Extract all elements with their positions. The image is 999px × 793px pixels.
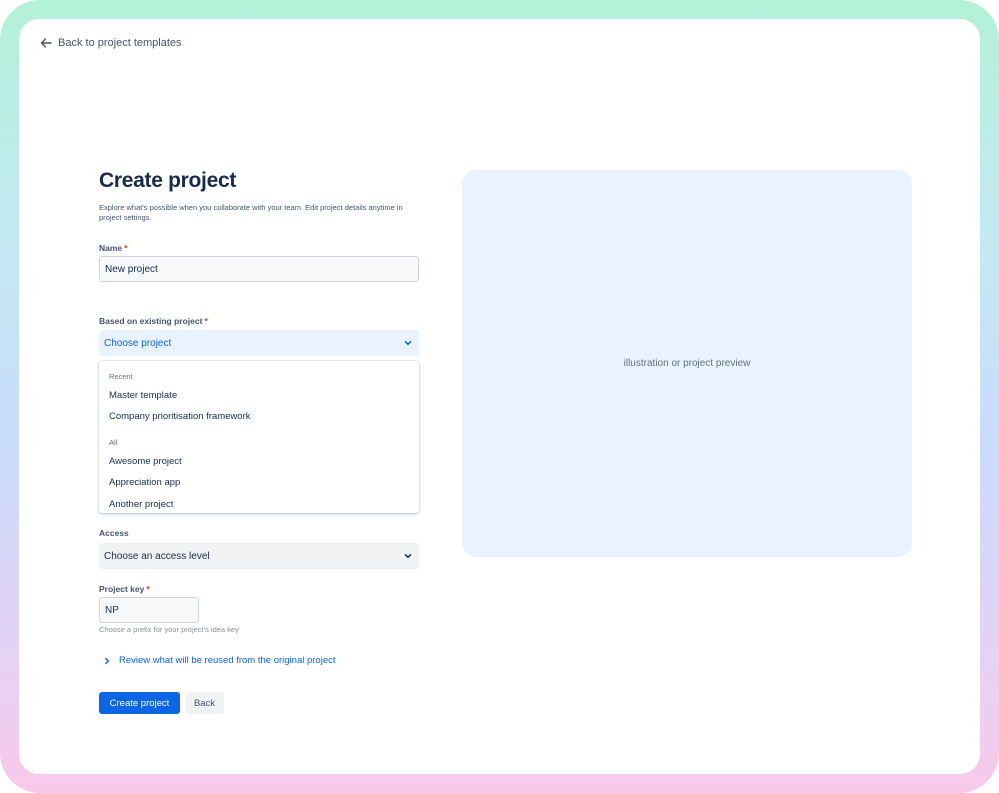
menu-item[interactable]: Awesome project [109, 456, 182, 467]
project-key-value: NP [105, 604, 119, 616]
project-dropdown-menu: Recent Master template Company prioritis… [99, 361, 419, 513]
project-key-field[interactable]: NP [99, 597, 199, 623]
project-key-label: Project key * [99, 584, 150, 594]
page-subtitle: Explore what's possible when you collabo… [99, 203, 403, 222]
menu-item[interactable]: Another project [109, 499, 173, 510]
main-card: Back to project templates Create project… [19, 19, 980, 774]
preview-placeholder-text: illustration or project preview [623, 358, 751, 369]
project-preview-panel: illustration or project preview [462, 170, 912, 557]
review-reused-toggle[interactable]: Review what will be reused from the orig… [103, 655, 336, 666]
chevron-down-icon [404, 341, 412, 346]
project-key-label-text: Project key [99, 584, 145, 594]
project-key-helper: Choose a prefix for your project's idea … [99, 625, 239, 634]
required-marker: * [124, 243, 128, 253]
review-reused-label: Review what will be reused from the orig… [119, 655, 336, 666]
menu-item[interactable]: Company prioritisation framework [109, 411, 251, 422]
chevron-down-icon [404, 554, 412, 559]
based-on-label-text: Based on existing project [99, 316, 203, 326]
chevron-right-icon [105, 657, 110, 664]
based-on-label: Based on existing project * [99, 316, 208, 326]
name-label: Name * [99, 243, 127, 253]
menu-item[interactable]: Master template [109, 390, 177, 401]
based-on-select-value: Choose project [104, 337, 172, 349]
access-select-value: Choose an access level [104, 550, 210, 562]
required-marker: * [204, 316, 208, 326]
name-field-value: New project [105, 263, 158, 275]
arrow-left-icon [40, 38, 52, 48]
name-field[interactable]: New project [99, 256, 419, 282]
create-project-button[interactable]: Create project [99, 692, 180, 714]
menu-group-recent: Recent [109, 372, 133, 381]
back-link-label: Back to project templates [58, 37, 182, 49]
back-button[interactable]: Back [185, 692, 224, 714]
access-level-select[interactable]: Choose an access level [99, 543, 419, 569]
page-title: Create project [99, 169, 237, 192]
based-on-project-select[interactable]: Choose project [99, 330, 419, 356]
app-frame: Back to project templates Create project… [0, 0, 999, 793]
access-label: Access [99, 528, 129, 538]
menu-group-all: All [109, 438, 118, 447]
menu-item[interactable]: Appreciation app [109, 477, 180, 488]
name-label-text: Name [99, 243, 123, 253]
required-marker: * [146, 584, 150, 594]
back-to-templates-link[interactable]: Back to project templates [40, 37, 182, 49]
